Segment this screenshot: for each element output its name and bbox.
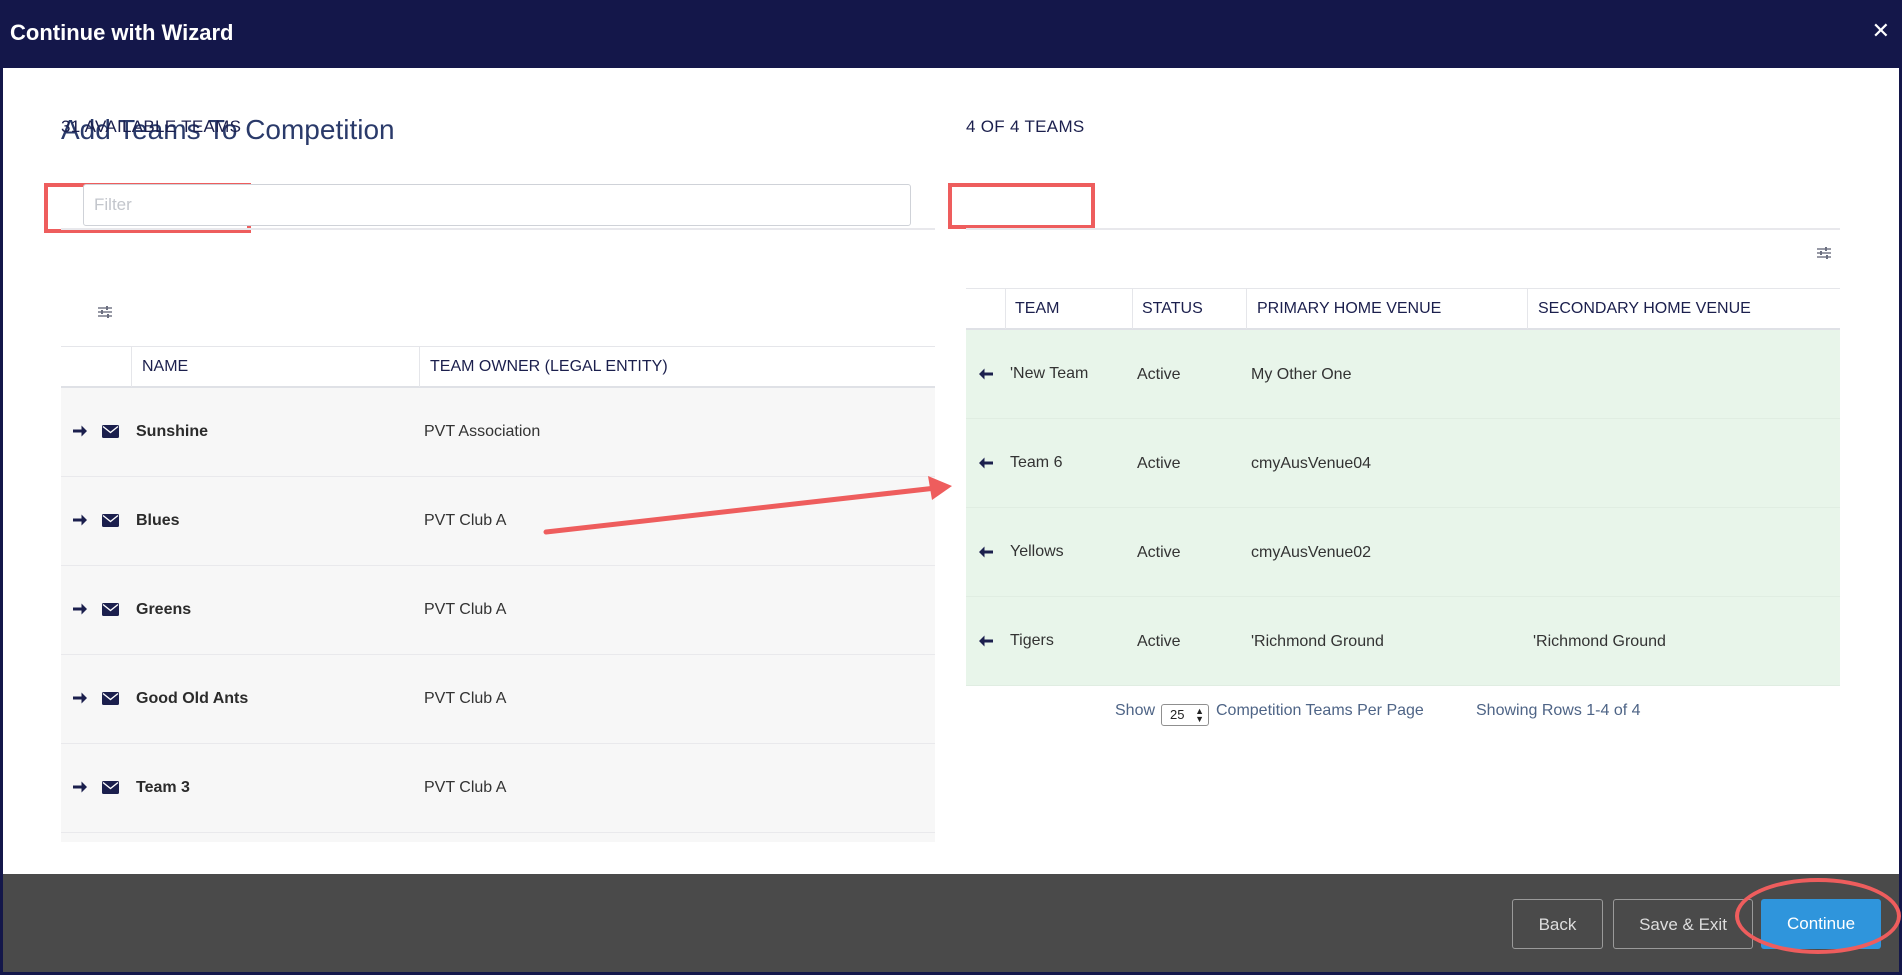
arrow-right-icon[interactable] (72, 601, 88, 617)
per-page-value: 25 (1170, 707, 1185, 722)
arrow-right-icon[interactable] (72, 512, 88, 528)
column-settings-icon[interactable] (1816, 246, 1832, 260)
team-owner: PVT Association (424, 423, 541, 440)
team-owner: PVT Club A (424, 779, 507, 796)
selected-heading-highlight (948, 183, 1095, 229)
column-settings-icon[interactable] (97, 305, 113, 319)
wizard-modal: Continue with Wizard ✕ Add Teams To Comp… (0, 0, 1902, 975)
table-row[interactable] (61, 833, 935, 842)
column-header-secondary-venue[interactable]: SECONDARY HOME VENUE (1538, 300, 1751, 318)
envelope-icon[interactable] (102, 603, 119, 616)
table-row[interactable] (966, 597, 1840, 686)
select-arrows-icon: ▲ ▼ (1195, 706, 1204, 724)
pager-per-page-label: Competition Teams Per Page (1216, 702, 1424, 719)
table-row[interactable] (966, 508, 1840, 597)
primary-home-venue: 'Richmond Ground (1251, 633, 1384, 650)
selected-team-status: Active (1137, 455, 1181, 472)
per-page-select[interactable]: 25 ▲ ▼ (1161, 704, 1209, 726)
envelope-icon[interactable] (102, 425, 119, 438)
modal-title: Continue with Wizard (10, 20, 234, 45)
primary-home-venue: cmyAusVenue02 (1251, 544, 1372, 561)
selected-team-name: Team 6 (1010, 454, 1063, 471)
arrow-left-icon[interactable] (978, 455, 994, 471)
team-owner: PVT Club A (424, 512, 507, 529)
envelope-icon[interactable] (102, 781, 119, 794)
column-divider (1132, 289, 1133, 329)
annotation-arrow (543, 476, 952, 535)
selected-team-name: Yellows (1010, 543, 1064, 560)
pager-show-label: Show (1115, 702, 1156, 719)
column-header-name[interactable]: NAME (142, 358, 188, 376)
save-exit-button[interactable]: Save & Exit (1613, 899, 1753, 949)
arrow-left-icon[interactable] (978, 366, 994, 382)
column-header-team-owner[interactable]: TEAM OWNER (LEGAL ENTITY) (430, 358, 668, 376)
primary-home-venue: My Other One (1251, 366, 1352, 383)
team-name: Greens (136, 601, 192, 618)
team-name: Good Old Ants (136, 690, 249, 707)
primary-home-venue: cmyAusVenue04 (1251, 455, 1372, 472)
selected-teams-heading: 4 OF 4 TEAMS (966, 117, 1085, 136)
envelope-icon[interactable] (102, 514, 119, 527)
filter-input[interactable] (83, 184, 911, 226)
arrow-left-icon[interactable] (978, 544, 994, 560)
column-divider (1527, 289, 1528, 329)
team-owner: PVT Club A (424, 601, 507, 618)
arrow-right-icon[interactable] (72, 779, 88, 795)
continue-highlight-circle (1735, 878, 1901, 954)
selected-team-status: Active (1137, 366, 1181, 383)
arrow-right-icon[interactable] (72, 690, 88, 706)
column-header-status[interactable]: STATUS (1142, 300, 1203, 318)
back-button[interactable]: Back (1512, 899, 1603, 949)
team-owner: PVT Club A (424, 690, 507, 707)
arrow-left-icon[interactable] (978, 633, 994, 649)
envelope-icon[interactable] (102, 692, 119, 705)
selected-team-status: Active (1137, 633, 1181, 650)
selected-team-name: Tigers (1010, 632, 1054, 649)
team-name: Team 3 (136, 779, 190, 796)
column-header-team[interactable]: TEAM (1015, 300, 1059, 318)
close-icon[interactable]: ✕ (1872, 18, 1890, 44)
team-name: Sunshine (136, 423, 209, 440)
arrow-right-icon[interactable] (72, 423, 88, 439)
left-divider (61, 228, 935, 230)
column-divider (1005, 289, 1006, 329)
secondary-home-venue: 'Richmond Ground (1533, 633, 1666, 650)
table-row[interactable] (966, 330, 1840, 419)
right-divider (966, 228, 1840, 230)
column-divider (131, 347, 132, 387)
column-divider (1246, 289, 1247, 329)
team-name: Blues (136, 512, 180, 529)
modal-header: Continue with Wizard ✕ (0, 0, 1902, 68)
selected-team-status: Active (1137, 544, 1181, 561)
pager-showing-rows: Showing Rows 1-4 of 4 (1476, 702, 1641, 719)
column-header-primary-venue[interactable]: PRIMARY HOME VENUE (1257, 300, 1441, 318)
table-row[interactable] (966, 419, 1840, 508)
available-teams-heading: 31 AVAILABLE TEAMS (61, 117, 242, 136)
selected-team-name: 'New Team (1010, 365, 1089, 382)
column-divider (419, 347, 420, 387)
